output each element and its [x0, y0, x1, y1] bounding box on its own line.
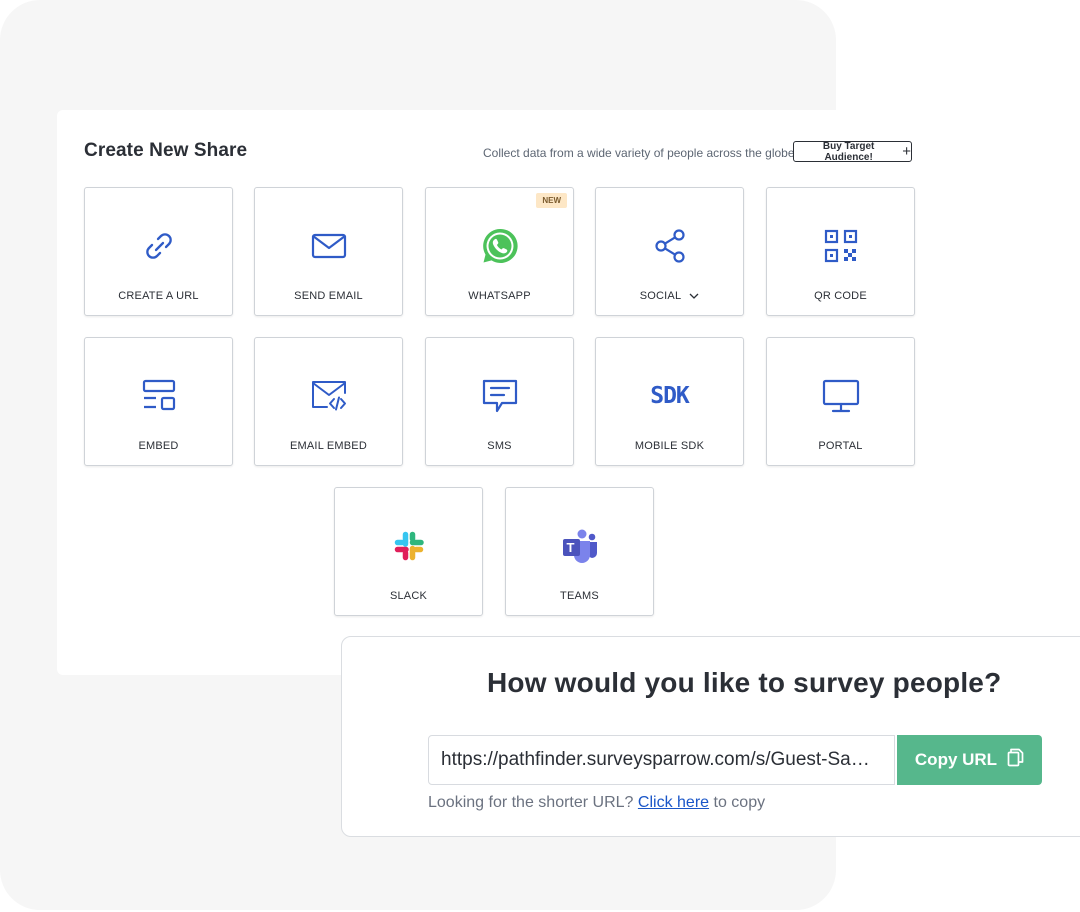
tile-create-url[interactable]: CREATE A URL	[84, 187, 233, 316]
buy-target-audience-button[interactable]: Buy Target Audience! +	[793, 140, 912, 163]
tile-label: SEND EMAIL	[294, 290, 363, 302]
tile-label: TEAMS	[560, 590, 599, 602]
tile-mobile-sdk[interactable]: SDK MOBILE SDK	[595, 337, 744, 466]
sdk-icon-text: SDK	[650, 383, 690, 409]
create-share-card: Create New Share Collect data from a wid…	[57, 110, 967, 675]
tile-label: WHATSAPP	[468, 290, 531, 302]
plus-icon: +	[902, 142, 911, 160]
link-icon	[139, 226, 179, 266]
tile-qr-code[interactable]: QR CODE	[766, 187, 915, 316]
sdk-icon: SDK	[650, 376, 690, 416]
teams-icon-letter: T	[566, 540, 575, 555]
copy-icon	[1007, 748, 1024, 772]
tile-sms[interactable]: SMS	[425, 337, 574, 466]
hint-prefix: Looking for the shorter URL?	[428, 794, 634, 811]
tile-social[interactable]: SOCIAL	[595, 187, 744, 316]
tile-send-email[interactable]: SEND EMAIL	[254, 187, 403, 316]
copy-url-label: Copy URL	[914, 750, 998, 769]
tile-label: EMBED	[138, 440, 179, 452]
chevron-down-icon[interactable]	[689, 290, 699, 302]
tile-embed[interactable]: EMBED	[84, 337, 233, 466]
sms-icon	[480, 376, 520, 416]
hint-suffix: to copy	[713, 794, 766, 811]
tile-label: MOBILE SDK	[634, 440, 705, 452]
survey-link-card: How would you like to survey people? htt…	[341, 636, 1080, 837]
click-here-link[interactable]: Click here	[638, 794, 709, 811]
share-icon	[650, 226, 690, 266]
copy-url-button[interactable]: Copy URL	[897, 735, 1042, 785]
monitor-icon	[821, 376, 861, 416]
tile-label: CREATE A URL	[118, 290, 199, 302]
buy-target-audience-label: Buy Target Audience!	[822, 140, 875, 163]
tile-label: SOCIAL	[639, 290, 682, 302]
tile-label: SLACK	[389, 590, 428, 602]
tile-label-row: SOCIAL	[596, 290, 743, 302]
tile-slack[interactable]: SLACK	[334, 487, 483, 616]
embed-icon	[139, 376, 179, 416]
shorter-url-hint: Looking for the shorter URL? Click here …	[428, 794, 765, 812]
envelope-icon	[309, 226, 349, 266]
email-embed-icon	[309, 376, 349, 416]
teams-icon: T	[560, 526, 600, 566]
tile-label: QR CODE	[814, 290, 867, 302]
page-title: Create New Share	[84, 140, 248, 161]
tile-label: SMS	[487, 440, 512, 452]
tile-label: EMAIL EMBED	[290, 440, 367, 452]
tile-teams[interactable]: T TEAMS	[505, 487, 654, 616]
slack-icon	[389, 526, 429, 566]
tile-portal[interactable]: PORTAL	[766, 337, 915, 466]
tile-label: PORTAL	[818, 440, 863, 452]
survey-url-value: https://pathfinder.surveysparrow.com/s/G…	[441, 749, 870, 770]
survey-heading: How would you like to survey people?	[487, 667, 1002, 698]
tile-email-embed[interactable]: EMAIL EMBED	[254, 337, 403, 466]
share-subtitle: Collect data from a wide variety of peop…	[483, 146, 795, 160]
whatsapp-icon	[480, 226, 520, 266]
qr-code-icon	[821, 226, 861, 266]
tile-whatsapp[interactable]: NEW WHATSAPP	[425, 187, 574, 316]
new-badge: NEW	[536, 193, 567, 208]
survey-url-field[interactable]: https://pathfinder.surveysparrow.com/s/G…	[428, 735, 895, 785]
